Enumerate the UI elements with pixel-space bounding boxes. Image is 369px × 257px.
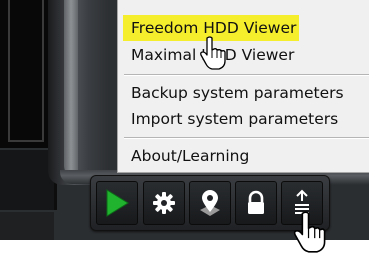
menu-separator xyxy=(124,74,369,76)
hand-pointer-icon xyxy=(292,211,330,257)
side-panel-strip xyxy=(0,212,54,240)
hand-pointer-icon xyxy=(199,36,229,74)
video-panel xyxy=(0,0,53,148)
menu-item-label: About/Learning xyxy=(131,147,250,165)
settings-button[interactable] xyxy=(143,181,185,225)
gear-icon xyxy=(152,191,176,215)
lock-button[interactable] xyxy=(235,181,277,225)
menu-item-about-learning[interactable]: About/Learning xyxy=(123,143,249,169)
frame-bevel xyxy=(64,0,78,176)
play-button[interactable] xyxy=(96,181,138,225)
menu-separator xyxy=(124,137,369,139)
menu-item-import-system-parameters[interactable]: Import system parameters xyxy=(123,106,338,132)
context-menu: Freedom HDD Viewer Maximal HDD Viewer Ba… xyxy=(117,0,369,173)
play-icon xyxy=(104,188,130,218)
menu-item-label: Backup system parameters xyxy=(131,84,344,102)
map-pin-icon xyxy=(197,188,223,218)
menu-item-label: Freedom HDD Viewer xyxy=(131,19,297,37)
menu-item-label: Import system parameters xyxy=(131,110,339,128)
location-button[interactable] xyxy=(189,181,231,225)
lock-icon xyxy=(245,190,267,216)
menu-item-backup-system-parameters[interactable]: Backup system parameters xyxy=(123,80,344,106)
video-panel-frame xyxy=(8,0,44,142)
